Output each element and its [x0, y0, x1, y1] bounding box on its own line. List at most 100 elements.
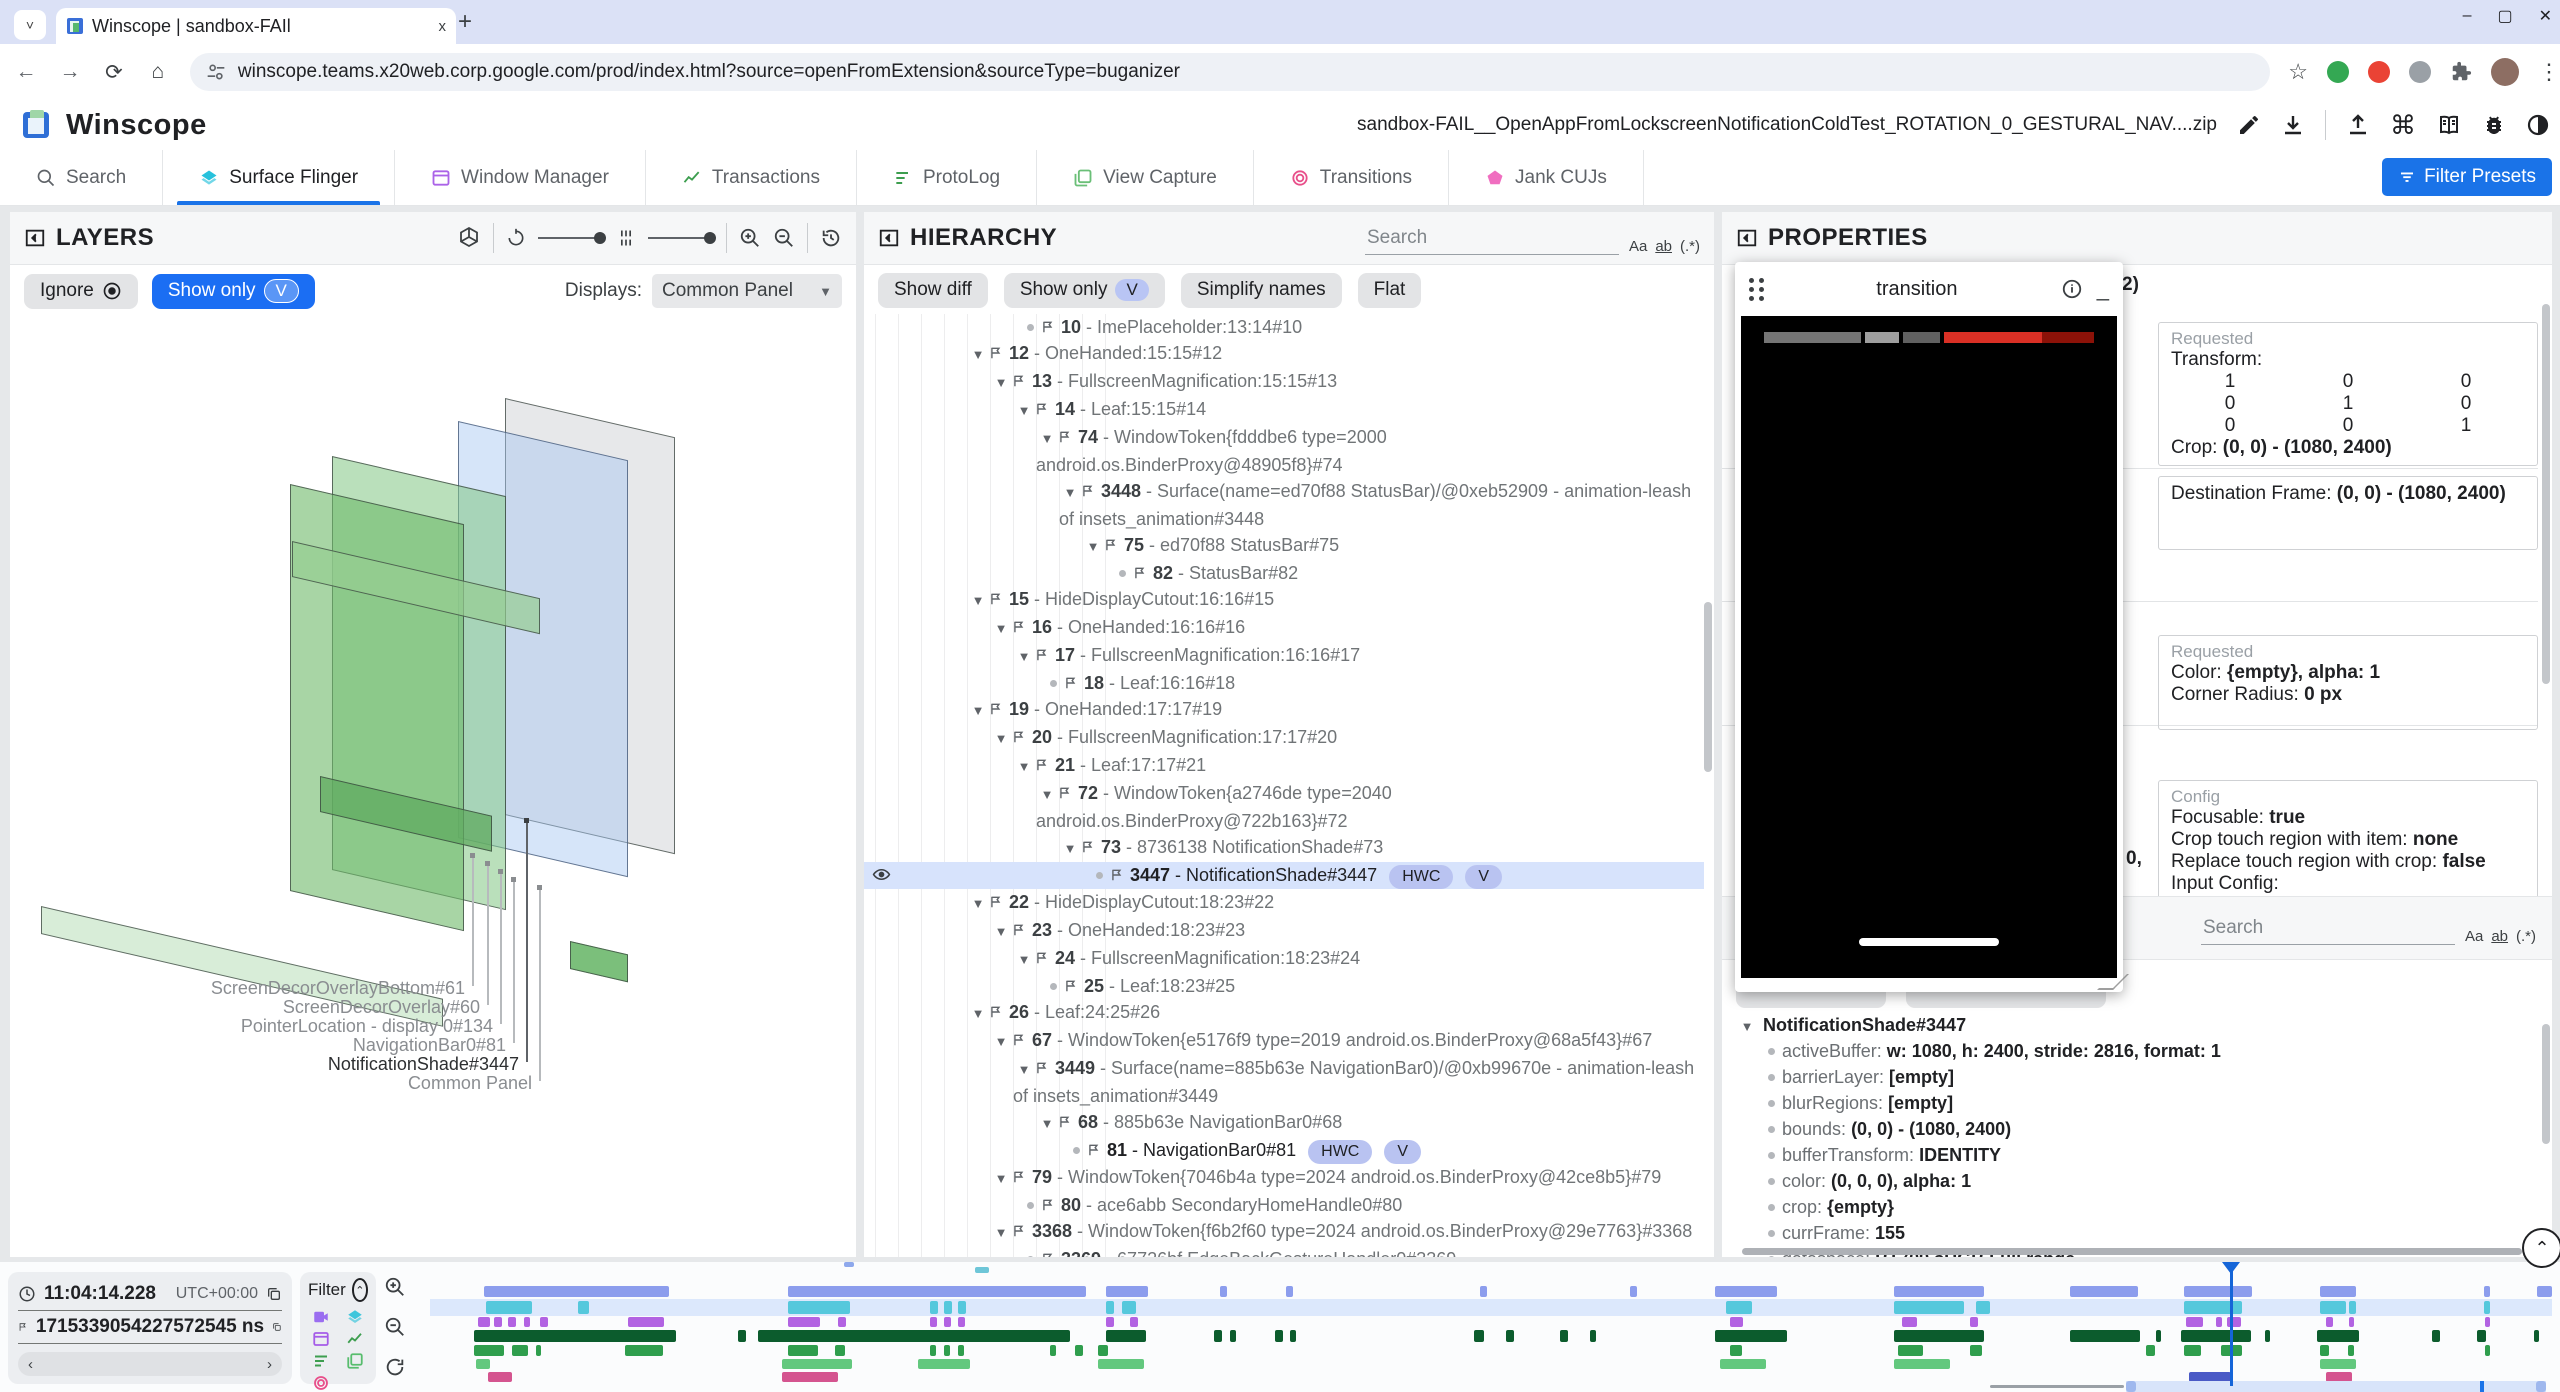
trace-tab-transitions[interactable]: Transitions [1254, 150, 1449, 205]
hierarchy-row-15[interactable]: ▼15 - HideDisplayCutout:16:16#15 [864, 586, 1704, 614]
window-manager-trace-icon[interactable] [312, 1330, 330, 1348]
hierarchy-row-24[interactable]: ▼24 - FullscreenMagnification:18:23#24 [864, 945, 1704, 973]
hierarchy-row-81[interactable]: 81 - NavigationBar0#81HWCV [864, 1137, 1704, 1164]
trace-segment-view-capture[interactable] [1098, 1359, 1144, 1369]
flat-toggle[interactable]: Flat [1358, 273, 1422, 308]
hierarchy-row-10[interactable]: 10 - ImePlaceholder:13:14#10 [864, 314, 1704, 340]
back-button[interactable]: ← [8, 54, 44, 90]
info-icon[interactable] [2061, 278, 2083, 300]
show-only-v-toggle[interactable]: Show onlyV [1004, 273, 1165, 308]
trace-segment-protolog[interactable] [2146, 1345, 2155, 1356]
documentation-icon[interactable] [2436, 113, 2462, 137]
site-settings-icon[interactable] [206, 62, 226, 82]
trace-segment-window-manager[interactable] [494, 1317, 502, 1327]
bookmark-star-icon[interactable]: ☆ [2288, 61, 2308, 83]
hierarchy-row-13[interactable]: ▼13 - FullscreenMagnification:15:15#13 [864, 368, 1704, 396]
ignore-toggle[interactable]: Ignore [24, 274, 138, 309]
trace-segment-transactions[interactable] [2070, 1330, 2140, 1342]
profile-avatar[interactable] [2491, 58, 2519, 86]
property-row-blurRegions[interactable]: blurRegions: [empty] [1736, 1090, 2538, 1116]
trace-segment-protolog[interactable] [2348, 1345, 2354, 1356]
surface-flinger-trace-icon[interactable] [346, 1308, 364, 1326]
trace-segment-protolog[interactable] [2485, 1345, 2490, 1356]
trace-segment-protolog[interactable] [1730, 1345, 1742, 1356]
hierarchy-row-3369[interactable]: 3369 - 67726bf EdgeBackGestureHandler0#3… [864, 1246, 1704, 1257]
trace-segment-protolog[interactable] [944, 1345, 950, 1356]
property-row-currFrame[interactable]: currFrame: 155 [1736, 1220, 2538, 1246]
trace-segment-window-manager[interactable] [2349, 1317, 2354, 1327]
trace-segment-transactions[interactable] [1106, 1330, 1146, 1342]
timeline-cursor[interactable] [2230, 1266, 2233, 1386]
trace-segment-protolog[interactable] [788, 1345, 818, 1356]
window-close-button[interactable]: ✕ [2539, 6, 2552, 26]
transition-screenshot-card[interactable]: transition _ [1735, 262, 2123, 992]
trace-segment-surface-flinger[interactable] [788, 1301, 850, 1314]
property-row-crop[interactable]: crop: {empty} [1736, 1194, 2538, 1220]
match-word-icon[interactable]: ab [2491, 928, 2508, 945]
trace-tab-window-manager[interactable]: Window Manager [395, 150, 646, 205]
new-tab-button[interactable]: + [458, 10, 472, 34]
trace-segment-window-manager[interactable] [1106, 1317, 1114, 1327]
trace-segment-protolog[interactable] [1970, 1345, 1982, 1356]
trace-segment-transactions[interactable] [2477, 1330, 2486, 1342]
upload-icon[interactable] [2346, 113, 2370, 137]
layer-label[interactable]: ScreenDecorOverlayBottom#61 [211, 978, 465, 999]
trace-segment-screen-recording[interactable] [2184, 1286, 2252, 1297]
trace-segment-transactions[interactable] [2181, 1330, 2251, 1342]
trace-segment-protolog[interactable] [930, 1345, 936, 1356]
trace-segment-transactions[interactable] [1290, 1330, 1296, 1342]
trace-segment-transactions[interactable] [2534, 1330, 2539, 1342]
home-button[interactable]: ⌂ [140, 54, 176, 90]
trace-tab-search[interactable]: Search [0, 150, 163, 205]
trace-segment-protolog[interactable] [1050, 1345, 1056, 1356]
frame-navigation-slider[interactable]: ‹ › [18, 1352, 282, 1376]
match-case-icon[interactable]: Aa [2465, 928, 2483, 945]
expand-arrow-icon[interactable]: ▼ [967, 588, 989, 614]
hierarchy-row-26[interactable]: ▼26 - Leaf:24:25#26 [864, 999, 1704, 1027]
scroll-top-button[interactable]: ⌃ [2522, 1228, 2560, 1268]
timeline-canvas[interactable] [430, 1262, 2552, 1392]
trace-segment-transactions[interactable] [1715, 1330, 1787, 1342]
visibility-eye-icon[interactable] [872, 865, 891, 884]
trace-segment-surface-flinger[interactable] [1976, 1301, 1990, 1314]
expand-arrow-icon[interactable]: ▼ [990, 726, 1012, 752]
tab-search-button[interactable]: ˅ [14, 10, 46, 40]
trace-segment-transactions[interactable] [758, 1330, 1070, 1342]
expand-arrow-icon[interactable]: ▼ [1036, 1111, 1058, 1137]
layer-label[interactable]: PointerLocation - display 0#134 [241, 1016, 493, 1037]
hierarchy-row-80[interactable]: 80 - ace6abb SecondaryHomeHandle0#80 [864, 1192, 1704, 1218]
trace-segment-surface-flinger[interactable] [578, 1301, 589, 1314]
ns-timestamp-field[interactable]: 1715339054227572545 ns [18, 1311, 282, 1344]
trace-segment-surface-flinger[interactable] [1122, 1301, 1136, 1314]
trace-segment-screen-recording[interactable] [2484, 1286, 2490, 1297]
hierarchy-row-3368[interactable]: ▼3368 - WindowToken{f6b2f60 type=2024 an… [864, 1218, 1704, 1246]
extension-icon-gray[interactable] [2409, 61, 2431, 83]
trace-segment-window-manager[interactable] [930, 1317, 937, 1327]
expand-arrow-icon[interactable]: ▼ [1036, 426, 1058, 452]
expand-arrow-icon[interactable]: ▼ [1013, 947, 1035, 973]
hierarchy-row-75[interactable]: ▼75 - ed70f88 StatusBar#75 [864, 532, 1704, 560]
copy-icon[interactable] [266, 1286, 282, 1302]
trace-segment-surface-flinger[interactable] [2349, 1301, 2356, 1314]
trace-segment-transactions[interactable] [474, 1330, 676, 1342]
timeline-zoom-out-icon[interactable] [384, 1316, 406, 1338]
displays-dropdown[interactable]: Common Panel▼ [652, 274, 842, 308]
edit-icon[interactable] [2237, 113, 2261, 137]
spacing-icon[interactable] [616, 228, 636, 248]
property-row-color[interactable]: color: (0, 0, 0), alpha: 1 [1736, 1168, 2538, 1194]
trace-segment-transitions[interactable] [782, 1372, 838, 1382]
layer-label[interactable]: ScreenDecorOverlay#60 [283, 997, 480, 1018]
screen-recording-trace-icon[interactable] [312, 1308, 330, 1326]
trace-segment-window-manager[interactable] [628, 1317, 664, 1327]
transitions-trace-icon[interactable] [312, 1374, 330, 1392]
expand-arrow-icon[interactable]: ▼ [1036, 782, 1058, 808]
trace-segment-transactions[interactable] [2156, 1330, 2161, 1342]
property-row-activeBuffer[interactable]: activeBuffer: w: 1080, h: 2400, stride: … [1736, 1038, 2538, 1064]
rotation-icon[interactable] [506, 228, 526, 248]
expand-arrow-icon[interactable]: ▼ [967, 698, 989, 724]
trace-segment-window-manager[interactable] [1970, 1317, 1978, 1327]
trace-segment-protolog[interactable] [474, 1345, 504, 1356]
trace-segment-view-capture[interactable] [1720, 1359, 1766, 1369]
layer-label[interactable]: Common Panel [408, 1073, 532, 1094]
tab-close-icon[interactable]: x [439, 19, 447, 34]
